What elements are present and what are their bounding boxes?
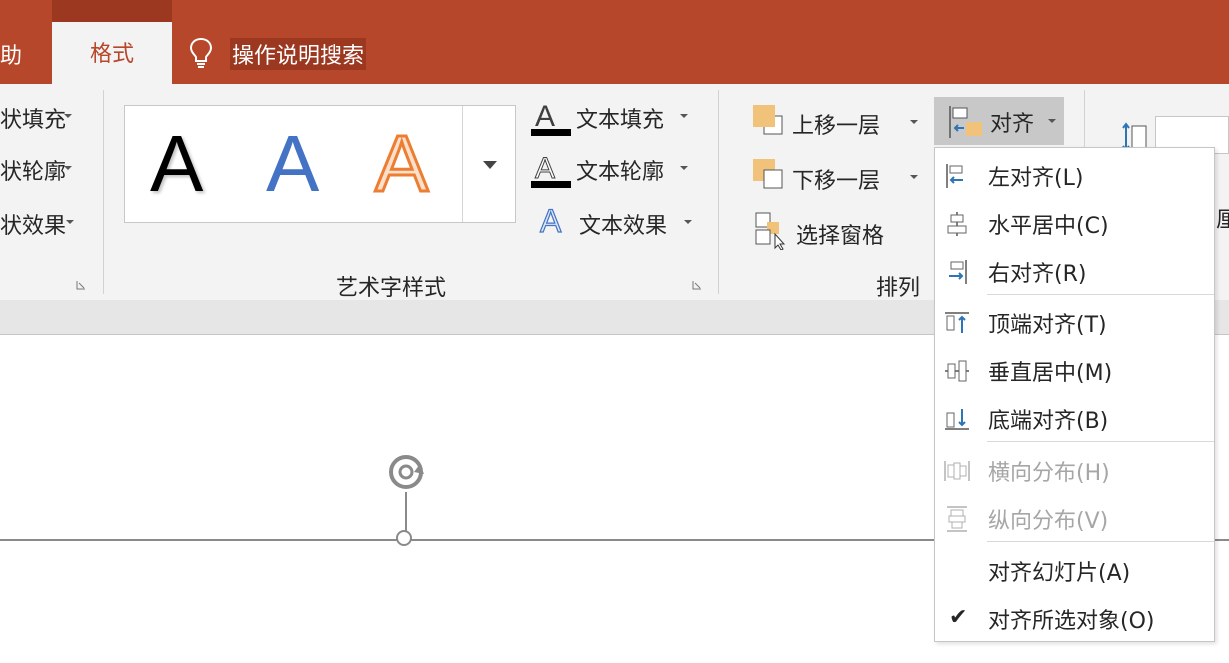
send-backward-icon: [753, 159, 783, 189]
align-icon: [949, 106, 982, 138]
distribute-horizontal-icon: [944, 461, 970, 481]
text-fill-caret-icon[interactable]: [680, 114, 688, 118]
menu-item-distribute-vertically[interactable]: 纵向分布(V): [935, 495, 1214, 541]
resize-handle[interactable]: [396, 530, 412, 546]
shape-effects-caret-icon[interactable]: [66, 220, 74, 224]
menu-item-distribute-horizontally[interactable]: 横向分布(H): [935, 447, 1214, 493]
menu-separator: [987, 441, 1214, 442]
align-right-icon: [949, 260, 967, 284]
menu-item-align-center[interactable]: 水平居中(C): [935, 200, 1214, 246]
menu-item-align-top[interactable]: 顶端对齐(T): [935, 299, 1214, 345]
align-dropdown-menu: 左对齐(L) 水平居中(C) 右对齐(R) 顶端对齐(T) 垂直居中(M) 底端…: [934, 147, 1215, 642]
tell-me-label: 操作说明搜索: [230, 38, 367, 70]
text-fill-button[interactable]: 文本填充: [576, 102, 664, 134]
checkmark-icon: ✔: [949, 605, 968, 630]
gallery-more-icon[interactable]: [483, 161, 497, 169]
menu-separator: [987, 294, 1214, 295]
menu-item-label: 垂直居中(M): [988, 361, 1113, 386]
bring-forward-caret-icon[interactable]: [910, 120, 918, 124]
menu-item-align-selected-objects[interactable]: ✔ 对齐所选对象(O): [935, 595, 1214, 641]
align-top-icon: [945, 312, 969, 333]
tab-format[interactable]: 格式: [52, 0, 172, 84]
menu-item-align-middle[interactable]: 垂直居中(M): [935, 347, 1214, 393]
shape-fill-button[interactable]: 状填充: [0, 102, 66, 134]
svg-text:A: A: [535, 152, 555, 185]
dialog-launcher-icon[interactable]: [76, 280, 86, 290]
send-backward-button[interactable]: 下移一层: [792, 163, 880, 195]
tab-format-label: 格式: [89, 42, 134, 67]
align-middle-icon: [945, 360, 969, 382]
text-outline-button[interactable]: 文本轮廓: [576, 154, 664, 186]
text-effects-icon: A: [539, 202, 562, 239]
menu-item-label: 右对齐(R): [988, 262, 1087, 287]
align-caret-icon: [1048, 119, 1056, 123]
arrange-group-label: 排列: [876, 276, 921, 301]
bring-forward-button[interactable]: 上移一层: [792, 108, 880, 140]
distribute-vertical-icon: [947, 506, 967, 532]
shape-outline-caret-icon[interactable]: [64, 166, 72, 170]
gallery-separator: [462, 106, 463, 222]
bring-forward-icon: [753, 105, 783, 135]
menu-item-label: 左对齐(L): [988, 166, 1084, 191]
align-button[interactable]: 对齐: [934, 97, 1064, 145]
wordart-style-orange-outline[interactable]: A: [373, 116, 429, 212]
wordart-style-blue[interactable]: A: [266, 116, 319, 212]
wordart-styles-gallery[interactable]: A A A: [124, 105, 516, 223]
selection-pane-icon: [755, 212, 786, 250]
menu-item-label: 顶端对齐(T): [988, 313, 1107, 338]
tab-help-partial[interactable]: 助: [0, 38, 22, 70]
group-divider: [103, 90, 104, 294]
wordart-style-black[interactable]: A: [150, 116, 203, 212]
menu-item-label: 底端对齐(B): [988, 409, 1109, 434]
menu-item-label: 水平居中(C): [988, 214, 1109, 239]
text-fill-icon: A: [531, 100, 571, 136]
text-effects-button[interactable]: 文本效果: [579, 208, 667, 240]
menu-item-align-bottom[interactable]: 底端对齐(B): [935, 395, 1214, 441]
ribbon-tab-bar: 助 格式 操作说明搜索: [0, 0, 1229, 84]
text-outline-caret-icon[interactable]: [680, 166, 688, 170]
size-unit-partial: 厘: [1216, 208, 1229, 233]
align-bottom-icon: [945, 409, 969, 430]
menu-item-align-left[interactable]: 左对齐(L): [935, 152, 1214, 198]
send-backward-caret-icon[interactable]: [910, 175, 918, 179]
text-outline-icon: A: [531, 152, 571, 188]
shape-outline-button[interactable]: 状轮廓: [0, 154, 66, 186]
menu-item-align-to-slide[interactable]: 对齐幻灯片(A): [935, 547, 1214, 593]
group-divider: [718, 90, 719, 294]
align-center-icon: [947, 212, 967, 236]
menu-item-label: 对齐幻灯片(A): [988, 561, 1131, 586]
menu-item-label: 对齐所选对象(O): [988, 609, 1155, 634]
menu-separator: [987, 541, 1214, 542]
align-left-icon: [946, 164, 963, 188]
wordart-dialog-launcher-icon[interactable]: [692, 280, 702, 290]
rotate-handle-icon[interactable]: [384, 450, 430, 496]
menu-item-align-right[interactable]: 右对齐(R): [935, 248, 1214, 294]
shape-effects-button[interactable]: 状效果: [0, 208, 66, 240]
rotation-handle-stem: [405, 492, 407, 532]
lightbulb-icon: [189, 37, 213, 68]
shape-fill-caret-icon[interactable]: [64, 114, 72, 118]
wordart-group-label: 艺术字样式: [336, 276, 447, 301]
svg-text:A: A: [540, 203, 562, 239]
svg-text:A: A: [535, 100, 555, 133]
align-label: 对齐: [990, 112, 1035, 137]
selection-pane-button[interactable]: 选择窗格: [796, 218, 884, 250]
menu-item-label: 纵向分布(V): [988, 509, 1109, 534]
menu-item-label: 横向分布(H): [988, 461, 1110, 486]
text-effects-caret-icon[interactable]: [684, 220, 692, 224]
